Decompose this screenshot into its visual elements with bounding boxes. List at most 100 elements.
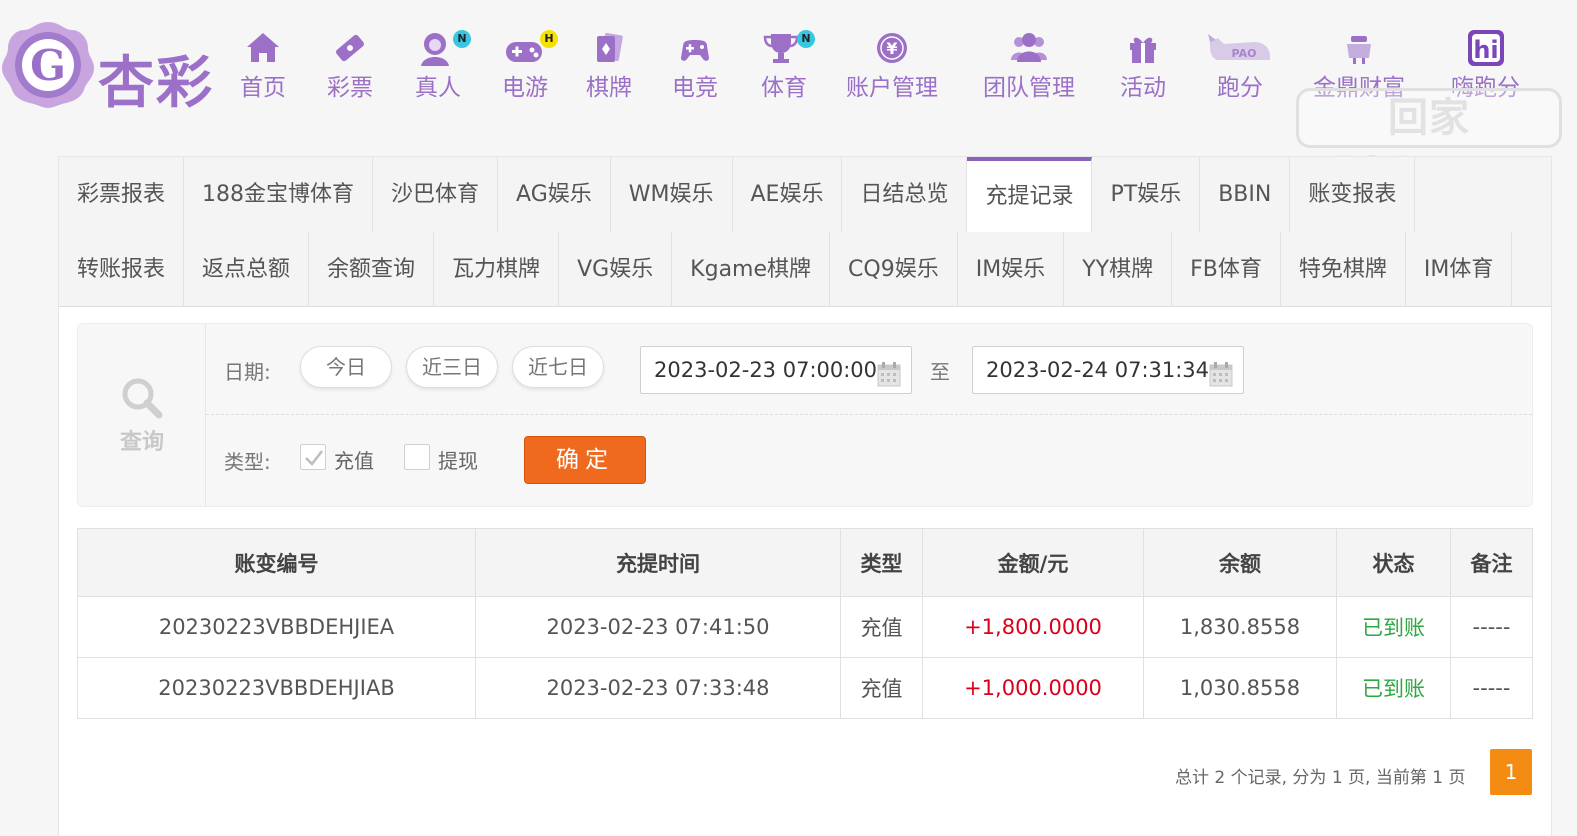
cell-time: 2023-02-23 07:33:48 — [475, 657, 841, 719]
badge-hot: H — [540, 30, 558, 48]
brand-logo[interactable]: G 杏彩 — [0, 18, 230, 116]
search-filter-box: 查询 日期: 今日 近三日 近七日 2023-02-23 07:00:00 至 … — [77, 323, 1533, 507]
tab-row-2: 转账报表 返点总额 余额查询 瓦力棋牌 VG娱乐 Kgame棋牌 CQ9娱乐 I… — [59, 232, 1513, 307]
svg-text:¥: ¥ — [886, 39, 897, 58]
gift-icon — [1120, 28, 1166, 68]
nav-label: 真人 — [415, 75, 461, 101]
live-dealer-icon: N — [413, 28, 471, 68]
tab-ag[interactable]: AG娱乐 — [498, 157, 611, 232]
badge-new: N — [453, 30, 471, 48]
col-header-remark: 备注 — [1450, 528, 1533, 597]
quick-3days-button[interactable]: 近三日 — [406, 346, 498, 388]
end-date-value: 2023-02-24 07:31:34 — [986, 358, 1210, 382]
tab-im-sports[interactable]: IM体育 — [1406, 232, 1513, 307]
start-date-value: 2023-02-23 07:00:00 — [654, 358, 878, 382]
withdraw-checkbox[interactable] — [404, 444, 430, 470]
recharge-checkbox-label[interactable]: 充值 — [334, 445, 374, 474]
brand-emblem-icon: G — [2, 22, 94, 108]
svg-text:G: G — [30, 41, 66, 90]
site-header: G 杏彩 首页 彩票 N 真人 H 电游 棋牌 电竞 N 体育 ¥ 账户管理 团… — [0, 0, 1577, 195]
brand-name: 杏彩 — [98, 50, 214, 116]
tab-saba-sports[interactable]: 沙巴体育 — [373, 157, 499, 232]
col-header-time: 充提时间 — [475, 528, 841, 597]
nav-label: 活动 — [1120, 75, 1166, 101]
tab-deposit-withdraw-records[interactable]: 充提记录 — [967, 157, 1093, 232]
tab-yy-chess[interactable]: YY棋牌 — [1064, 232, 1173, 307]
nav-esports[interactable]: 电竞 — [672, 28, 718, 102]
nav-label: 电竞 — [672, 75, 718, 101]
tab-balance-query[interactable]: 余额查询 — [309, 232, 435, 307]
date-range-separator: 至 — [930, 360, 950, 384]
hi-icon: hi — [1451, 28, 1520, 68]
nav-slots[interactable]: H 电游 — [500, 28, 558, 102]
col-header-balance: 余额 — [1143, 528, 1337, 597]
nav-live[interactable]: N 真人 — [413, 28, 471, 102]
tab-pt[interactable]: PT娱乐 — [1092, 157, 1201, 232]
wealth-icon — [1313, 28, 1405, 68]
tab-bbin[interactable]: BBIN — [1200, 157, 1291, 232]
calendar-icon[interactable] — [877, 357, 901, 403]
calendar-icon[interactable] — [1209, 357, 1233, 403]
yen-coin-icon: ¥ — [846, 28, 938, 68]
recharge-checkbox[interactable] — [300, 444, 326, 470]
nav-team[interactable]: 团队管理 — [983, 28, 1075, 102]
tab-wm[interactable]: WM娱乐 — [611, 157, 733, 232]
cell-amount: +1,000.0000 — [922, 657, 1144, 719]
pagination-info: 总计 2 个记录, 分为 1 页, 当前第 1 页 — [1175, 768, 1466, 788]
cell-id: 20230223VBBDEHJIEA — [77, 596, 476, 658]
cell-remark: ----- — [1450, 596, 1533, 658]
tab-kgame-chess[interactable]: Kgame棋牌 — [672, 232, 831, 307]
checkmark-icon — [305, 450, 323, 466]
svg-text:hi: hi — [1473, 36, 1498, 64]
cell-remark: ----- — [1450, 657, 1533, 719]
home-icon — [240, 28, 286, 68]
tab-lottery-report[interactable]: 彩票报表 — [59, 157, 185, 232]
nav-label: 团队管理 — [983, 75, 1075, 101]
cell-time: 2023-02-23 07:41:50 — [475, 596, 841, 658]
tab-vg[interactable]: VG娱乐 — [559, 232, 673, 307]
tab-wali-chess[interactable]: 瓦力棋牌 — [434, 232, 560, 307]
start-date-input[interactable]: 2023-02-23 07:00:00 — [640, 346, 912, 394]
tab-rebate-total[interactable]: 返点总额 — [184, 232, 310, 307]
nav-run-score[interactable]: PAO 跑分 — [1206, 28, 1274, 102]
trophy-icon: N — [759, 28, 815, 68]
tab-row-1: 彩票报表 188金宝博体育 沙巴体育 AG娱乐 WM娱乐 AE娱乐 日结总览 充… — [59, 157, 1416, 232]
table-row: 20230223VBBDEHJIEA 2023-02-23 07:41:50 充… — [77, 596, 1533, 658]
date-label: 日期: — [224, 360, 271, 384]
nav-sports[interactable]: N 体育 — [759, 28, 815, 102]
tab-im[interactable]: IM娱乐 — [958, 232, 1065, 307]
cards-icon — [586, 28, 632, 68]
tab-temian-chess[interactable]: 特免棋牌 — [1281, 232, 1406, 307]
nav-lottery[interactable]: 彩票 — [327, 28, 373, 102]
tab-cq9[interactable]: CQ9娱乐 — [830, 232, 958, 307]
withdraw-checkbox-label[interactable]: 提现 — [438, 445, 478, 474]
tab-fb-sports[interactable]: FB体育 — [1172, 232, 1281, 307]
nav-label: 电游 — [502, 75, 548, 101]
quick-7days-button[interactable]: 近七日 — [512, 346, 604, 388]
tab-transfer-report[interactable]: 转账报表 — [59, 232, 185, 307]
end-date-input[interactable]: 2023-02-24 07:31:34 — [972, 346, 1244, 394]
nav-chess[interactable]: 棋牌 — [586, 28, 632, 102]
col-header-amount: 金额/元 — [922, 528, 1144, 597]
tab-ae[interactable]: AE娱乐 — [733, 157, 843, 232]
nav-label: 体育 — [761, 75, 807, 101]
col-header-type: 类型 — [840, 528, 923, 597]
tab-daily-summary[interactable]: 日结总览 — [842, 157, 968, 232]
nav-account[interactable]: ¥ 账户管理 — [846, 28, 938, 102]
filter-divider — [206, 414, 1532, 415]
cell-amount: +1,800.0000 — [922, 596, 1144, 658]
quick-today-button[interactable]: 今日 — [300, 346, 392, 388]
cell-status: 已到账 — [1336, 596, 1451, 658]
tab-account-change-report[interactable]: 账变报表 — [1290, 157, 1416, 232]
team-icon — [983, 28, 1075, 68]
nav-home[interactable]: 首页 — [240, 28, 286, 102]
table-row: 20230223VBBDEHJIAB 2023-02-23 07:33:48 充… — [77, 657, 1533, 719]
tab-188-sports[interactable]: 188金宝博体育 — [184, 157, 374, 232]
pagination-page-1[interactable]: 1 — [1490, 749, 1532, 795]
nav-label: 彩票 — [327, 75, 373, 101]
confirm-button[interactable]: 确定 — [524, 436, 646, 484]
nav-activity[interactable]: 活动 — [1120, 28, 1166, 102]
cell-type: 充值 — [840, 657, 923, 719]
cell-id: 20230223VBBDEHJIAB — [77, 657, 476, 719]
main-panel: 彩票报表 188金宝博体育 沙巴体育 AG娱乐 WM娱乐 AE娱乐 日结总览 充… — [58, 156, 1552, 836]
